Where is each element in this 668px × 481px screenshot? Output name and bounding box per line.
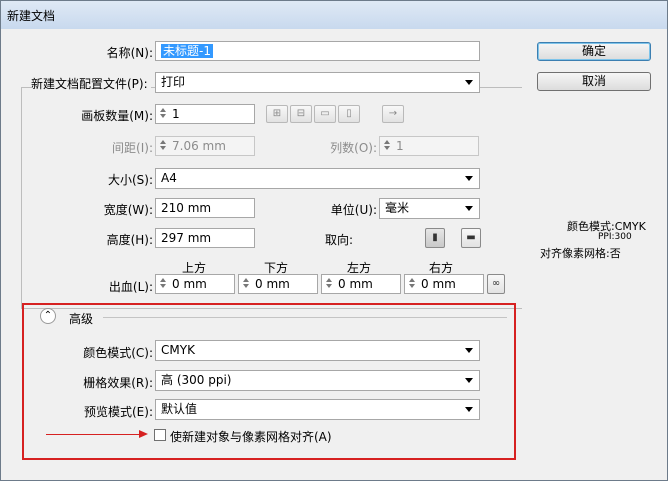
units-value: 毫米 <box>385 201 410 215</box>
bleed-right-value: 0 mm <box>421 277 456 291</box>
artboards-value: 1 <box>172 107 180 121</box>
arrange-by-column-icon[interactable]: ▯ <box>338 105 360 123</box>
bleed-left-field[interactable]: 0 mm <box>321 274 401 294</box>
landscape-icon[interactable]: ▬ <box>461 228 481 248</box>
name-field[interactable]: 未标题-1 <box>155 41 480 61</box>
profile-select[interactable]: 打印 <box>155 72 480 93</box>
arrow-head-icon <box>139 430 148 438</box>
color-mode-value: CMYK <box>161 343 195 357</box>
bleed-left-value: 0 mm <box>338 277 373 291</box>
arrow-line <box>46 434 141 435</box>
grid-by-row-icon[interactable]: ⊞ <box>266 105 288 123</box>
cancel-button[interactable]: 取消 <box>537 72 651 91</box>
arrange-by-row-icon[interactable]: ▭ <box>314 105 336 123</box>
size-label: 大小(S): <box>107 173 153 187</box>
units-select[interactable]: 毫米 <box>379 198 480 219</box>
new-document-dialog: 新建文档 名称(N): 未标题-1 新建文档配置文件(P): 打印 画板数量(M… <box>0 0 668 481</box>
raster-label: 栅格效果(R): <box>83 376 153 390</box>
columns-field[interactable]: 1 <box>379 136 479 156</box>
bleed-top-field[interactable]: 0 mm <box>155 274 235 294</box>
spinner-icon <box>382 139 391 153</box>
name-label: 名称(N): <box>106 46 153 60</box>
height-value: 297 mm <box>161 231 212 245</box>
spinner-icon[interactable] <box>158 107 167 121</box>
color-mode-label: 颜色模式(C): <box>83 346 153 360</box>
height-label: 高度(H): <box>106 233 153 247</box>
bleed-label: 出血(L): <box>108 280 153 294</box>
width-label: 宽度(W): <box>103 203 153 217</box>
bleed-bottom-field[interactable]: 0 mm <box>238 274 318 294</box>
size-value: A4 <box>161 171 177 185</box>
raster-value: 高 (300 ppi) <box>161 373 232 387</box>
chevron-down-icon <box>465 206 473 211</box>
chevron-down-icon <box>465 378 473 383</box>
window-title: 新建文档 <box>7 9 56 23</box>
spinner-icon <box>158 139 167 153</box>
advanced-label: 高级 <box>69 312 94 326</box>
color-mode-select[interactable]: CMYK <box>155 340 480 361</box>
advanced-divider <box>103 317 507 318</box>
preview-value: 默认值 <box>161 402 198 416</box>
spacing-field[interactable]: 7.06 mm <box>155 136 255 156</box>
orientation-label: 取向: <box>325 233 354 247</box>
preview-label: 预览模式(E): <box>84 405 153 419</box>
spinner-icon[interactable] <box>241 277 250 291</box>
title-bar: 新建文档 <box>1 1 667 29</box>
spacing-value: 7.06 mm <box>172 139 226 153</box>
artboards-label: 画板数量(M): <box>81 109 153 123</box>
spinner-icon[interactable] <box>324 277 333 291</box>
profile-label: 新建文档配置文件(P): <box>31 75 151 92</box>
chevron-up-icon[interactable]: ⌃ <box>40 308 56 324</box>
ok-button[interactable]: 确定 <box>537 42 651 61</box>
width-value: 210 mm <box>161 201 212 215</box>
profile-value: 打印 <box>161 75 186 89</box>
align-pixel-label[interactable]: 使新建对象与像素网格对齐(A) <box>170 428 332 445</box>
link-bleed-icon[interactable]: ∞ <box>487 274 505 294</box>
align-pixel-checkbox[interactable] <box>154 429 166 441</box>
chevron-down-icon <box>465 176 473 181</box>
height-field[interactable]: 297 mm <box>155 228 255 248</box>
artboards-field[interactable]: 1 <box>155 104 255 124</box>
columns-value: 1 <box>396 139 404 153</box>
right-to-left-icon[interactable]: → <box>382 105 404 123</box>
summary-pixel-grid: 对齐像素网格:否 <box>540 247 621 260</box>
width-field[interactable]: 210 mm <box>155 198 255 218</box>
units-label: 单位(U): <box>330 203 377 217</box>
spinner-icon[interactable] <box>158 277 167 291</box>
chevron-down-icon <box>465 348 473 353</box>
grid-by-column-icon[interactable]: ⊟ <box>290 105 312 123</box>
chevron-down-icon <box>465 80 473 85</box>
bleed-bottom-value: 0 mm <box>255 277 290 291</box>
preview-select[interactable]: 默认值 <box>155 399 480 420</box>
size-select[interactable]: A4 <box>155 168 480 189</box>
summary-ppi: PPI:300 <box>598 232 632 242</box>
raster-select[interactable]: 高 (300 ppi) <box>155 370 480 391</box>
spacing-label: 间距(I): <box>112 141 153 155</box>
columns-label: 列数(O): <box>330 141 377 155</box>
chevron-down-icon <box>465 407 473 412</box>
spinner-icon[interactable] <box>407 277 416 291</box>
name-value: 未标题-1 <box>161 44 213 58</box>
bleed-top-value: 0 mm <box>172 277 207 291</box>
bleed-right-field[interactable]: 0 mm <box>404 274 484 294</box>
portrait-icon[interactable]: ▮ <box>425 228 445 248</box>
